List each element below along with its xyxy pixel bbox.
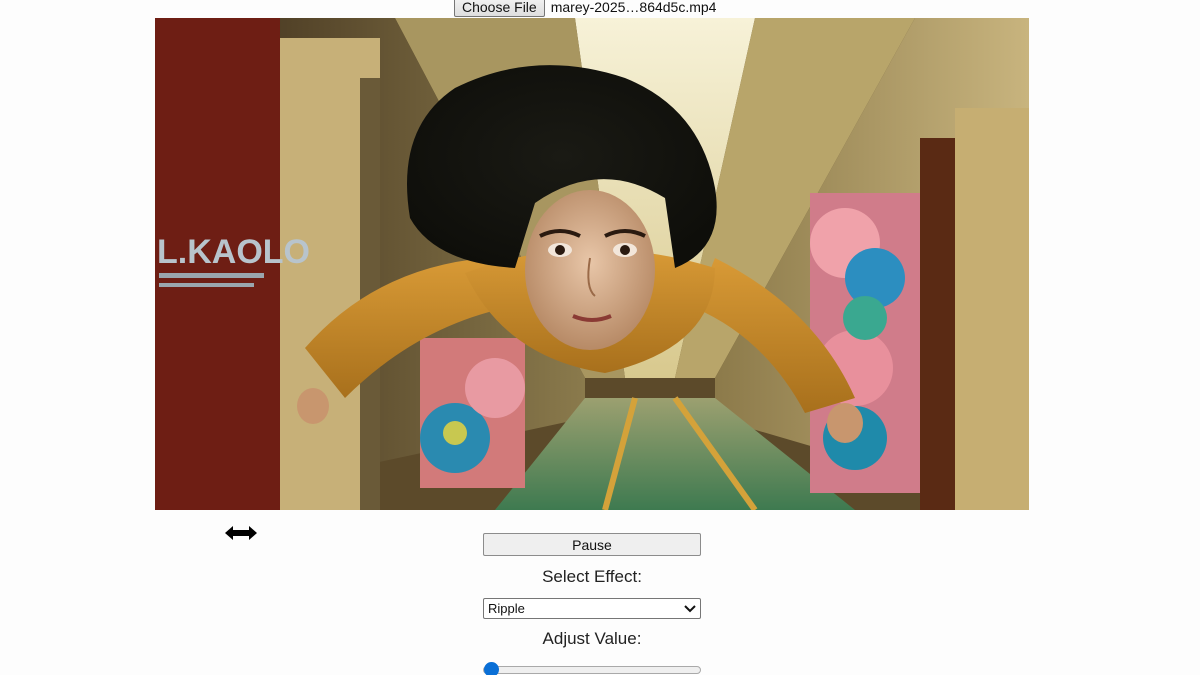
slider-thumb[interactable]	[484, 662, 499, 675]
page: Choose File marey-2025…864d5c.mp4 L.KAOL…	[0, 0, 1200, 675]
door-sign-text: L.KAOLO	[157, 233, 310, 271]
effect-select[interactable]: Ripple	[483, 598, 701, 619]
adjust-value-slider[interactable]	[483, 662, 701, 675]
slider-track	[483, 666, 701, 674]
adjust-value-label: Adjust Value:	[542, 629, 642, 648]
pause-button[interactable]: Pause	[483, 533, 701, 556]
choose-file-button[interactable]: Choose File	[454, 0, 545, 17]
select-effect-label: Select Effect:	[542, 567, 642, 586]
video-player[interactable]: L.KAOLO	[155, 18, 1029, 510]
selected-file-name: marey-2025…864d5c.mp4	[550, 0, 717, 15]
effect-select-value: Ripple	[488, 601, 525, 616]
chevron-down-icon	[684, 604, 696, 612]
file-input-row: Choose File marey-2025…864d5c.mp4	[454, 0, 716, 18]
horizontal-resize-icon	[225, 526, 257, 540]
video-frame: L.KAOLO	[155, 18, 1029, 510]
